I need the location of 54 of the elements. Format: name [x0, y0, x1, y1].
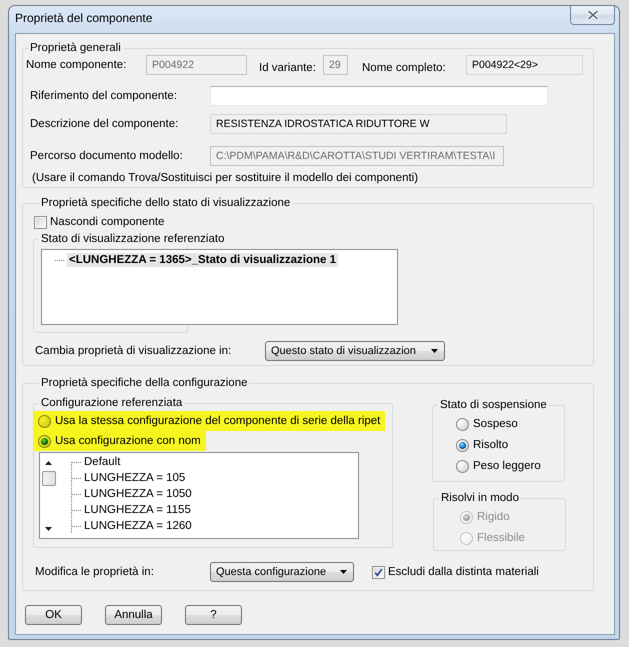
text-field[interactable]: P004922<29>: [466, 55, 583, 75]
dropdown[interactable]: Questa configurazione: [210, 562, 354, 582]
group-title: Proprietà specifiche della configurazione: [39, 376, 250, 390]
list-item[interactable]: LUNGHEZZA = 1155: [82, 503, 193, 517]
up-arrow-icon[interactable]: [45, 461, 52, 465]
checkbox-label[interactable]: Escludi dalla distinta materiali: [388, 565, 539, 579]
text-field[interactable]: [210, 86, 548, 106]
group-title: Proprietà specifiche dello stato di visualizzazione: [39, 196, 292, 210]
tree-connector: [71, 518, 81, 534]
field-label: Nome completo:: [362, 60, 446, 74]
group-title: Configurazione referenziata: [39, 396, 184, 410]
caret-icon: [340, 570, 347, 574]
group-title: Stato di sospensione: [438, 398, 549, 412]
window-title: Proprietà del componente: [15, 11, 152, 25]
tree-connector: [71, 502, 81, 518]
dialog-button[interactable]: ?: [185, 605, 242, 625]
checkbox[interactable]: [372, 566, 385, 578]
dialog-button[interactable]: OK: [25, 605, 82, 625]
radio-button[interactable]: [456, 418, 469, 430]
caret-icon: [431, 349, 438, 353]
list-item[interactable]: LUNGHEZZA = 1260: [82, 519, 194, 533]
list-item[interactable]: LUNGHEZZA = 1050: [82, 487, 194, 501]
scrollbar-thumb[interactable]: [42, 471, 56, 486]
down-arrow-icon[interactable]: [45, 527, 52, 531]
dropdown[interactable]: Questo stato di visualizzazion: [265, 341, 445, 361]
radio-label[interactable]: Sospeso: [473, 417, 518, 431]
radio-button[interactable]: [456, 460, 469, 472]
radio-label[interactable]: Peso leggero: [473, 459, 541, 473]
checkbox-label[interactable]: Nascondi componente: [50, 215, 164, 229]
group-title: Proprietà generali: [28, 41, 123, 55]
field-label: Riferimento del componente:: [30, 89, 178, 103]
list-item[interactable]: <LUNGHEZZA = 1365>_Stato di visualizzazione 1: [67, 253, 338, 267]
tree-connector: [71, 486, 81, 502]
radio-button[interactable]: [38, 414, 51, 428]
field-label: Percorso documento modello:: [30, 149, 183, 163]
radio-label[interactable]: Usa configurazione con nom: [55, 434, 201, 448]
note-text: (Usare il comando Trova/Sostituisci per sostituire il modello dei componenti): [32, 171, 418, 185]
list-item[interactable]: Default: [82, 455, 122, 469]
field-label: Modifica le proprietà in:: [35, 565, 154, 579]
close-icon: [586, 10, 598, 20]
dialog-button[interactable]: Annulla: [105, 605, 162, 625]
checkbox[interactable]: [34, 216, 47, 228]
radio-label[interactable]: Risolto: [473, 438, 508, 452]
group-title: Stato di visualizzazione referenziato: [39, 232, 226, 246]
text-field[interactable]: RESISTENZA IDROSTATICA RIDUTTORE W: [210, 114, 507, 134]
radio-button[interactable]: [38, 434, 51, 448]
close-button[interactable]: [570, 6, 615, 25]
list-item[interactable]: LUNGHEZZA = 105: [82, 471, 188, 485]
field-label: Cambia proprietà di visualizzazione in:: [35, 344, 232, 358]
field-label: Descrizione del componente:: [30, 117, 178, 131]
radio-label[interactable]: Usa la stessa configurazione del componente di serie della ripet: [55, 414, 380, 428]
field-label: Id variante:: [259, 60, 316, 74]
field-label: Nome componente:: [26, 58, 126, 72]
radio-button[interactable]: [456, 438, 469, 452]
